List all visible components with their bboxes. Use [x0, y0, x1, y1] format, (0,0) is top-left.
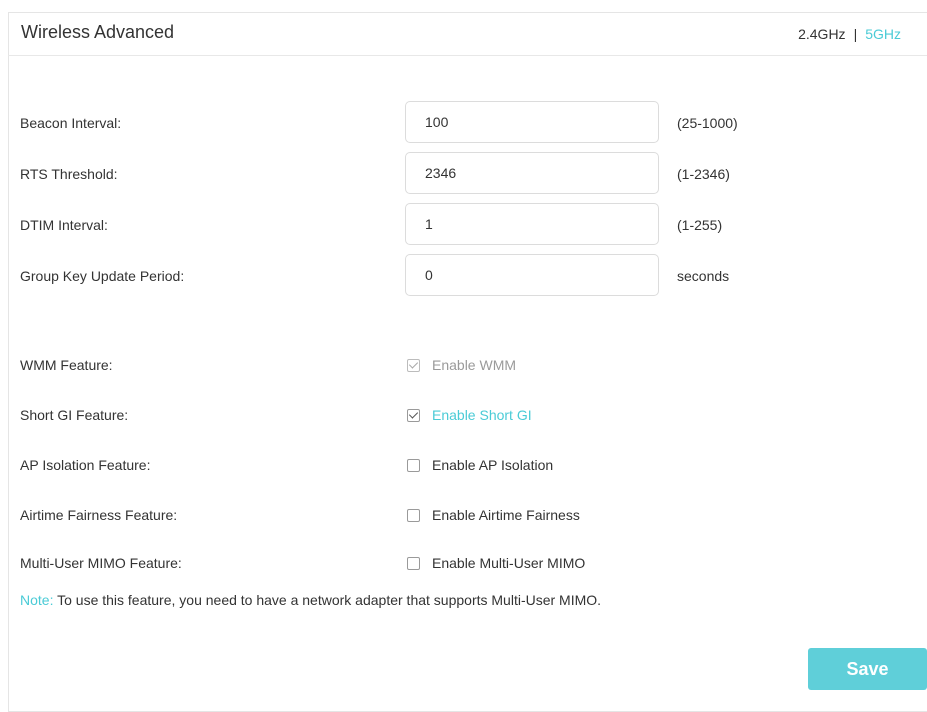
save-button[interactable]: Save	[808, 648, 927, 690]
group-key-unit: seconds	[677, 268, 730, 284]
wmm-option[interactable]: Enable WMM	[407, 357, 516, 373]
dtim-interval-input[interactable]	[405, 203, 659, 245]
mu-mimo-label: Multi-User MIMO Feature:	[20, 555, 182, 571]
short-gi-option-label: Enable Short GI	[432, 407, 532, 423]
band-5ghz-link[interactable]: 5GHz	[865, 26, 901, 42]
ap-isolation-option-label: Enable AP Isolation	[432, 457, 554, 473]
ap-isolation-option[interactable]: Enable AP Isolation	[407, 457, 553, 473]
band-2-4ghz-link[interactable]: 2.4GHz	[798, 26, 845, 42]
wmm-label: WMM Feature:	[20, 357, 113, 373]
band-separator: |	[853, 26, 858, 42]
airtime-fairness-label: Airtime Fairness Feature:	[20, 507, 178, 523]
mu-mimo-checkbox[interactable]	[407, 556, 420, 570]
rts-threshold-input[interactable]	[405, 152, 659, 194]
mu-mimo-note: Note: To use this feature, you need to h…	[20, 592, 601, 608]
mu-mimo-option-label: Enable Multi-User MIMO	[432, 555, 586, 571]
short-gi-checkbox[interactable]	[407, 408, 420, 422]
note-label: Note:	[20, 592, 54, 608]
dtim-interval-label: DTIM Interval:	[20, 217, 108, 233]
short-gi-option[interactable]: Enable Short GI	[407, 407, 532, 423]
short-gi-label: Short GI Feature:	[20, 407, 129, 423]
rts-threshold-range: (1-2346)	[677, 166, 730, 182]
beacon-interval-range: (25-1000)	[677, 115, 738, 131]
band-switch: 2.4GHz | 5GHz	[798, 26, 901, 42]
wmm-option-label: Enable WMM	[432, 357, 517, 373]
airtime-fairness-checkbox[interactable]	[407, 508, 420, 522]
group-key-label: Group Key Update Period:	[20, 268, 185, 284]
mu-mimo-option[interactable]: Enable Multi-User MIMO	[407, 555, 585, 571]
note-text: To use this feature, you need to have a …	[53, 592, 602, 608]
wmm-checkbox[interactable]	[407, 358, 420, 372]
panel-header: Wireless Advanced 2.4GHz | 5GHz	[8, 12, 927, 56]
airtime-fairness-option-label: Enable Airtime Fairness	[432, 507, 580, 523]
beacon-interval-input[interactable]	[405, 101, 659, 143]
ap-isolation-checkbox[interactable]	[407, 458, 420, 472]
airtime-fairness-option[interactable]: Enable Airtime Fairness	[407, 507, 580, 523]
group-key-input[interactable]	[405, 254, 659, 296]
beacon-interval-label: Beacon Interval:	[20, 115, 122, 131]
dtim-interval-range: (1-255)	[677, 217, 723, 233]
rts-threshold-label: RTS Threshold:	[20, 166, 118, 182]
ap-isolation-label: AP Isolation Feature:	[20, 457, 151, 473]
page-title: Wireless Advanced	[21, 22, 175, 42]
